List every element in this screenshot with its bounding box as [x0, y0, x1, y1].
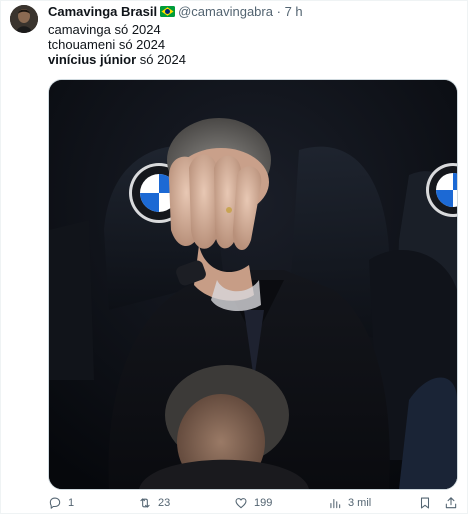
- bookmark-icon: [420, 497, 430, 509]
- brazil-flag-icon: [160, 5, 176, 17]
- photo-illustration: [49, 80, 457, 489]
- repost-icon: [140, 498, 150, 508]
- author-handle[interactable]: @camavingabra: [178, 4, 273, 19]
- like-count: 199: [254, 497, 273, 509]
- heart-icon: [235, 498, 247, 509]
- avatar[interactable]: [10, 5, 38, 33]
- views-count: 3 mil: [348, 497, 372, 509]
- reply-count: 1: [68, 497, 75, 509]
- author-name[interactable]: Camavinga Brasil: [48, 4, 157, 19]
- tweet-header: Camavinga Brasil @camavingabra · 7 h: [48, 4, 303, 20]
- reply-button[interactable]: 1: [48, 494, 74, 512]
- share-icon: [445, 497, 457, 509]
- like-button[interactable]: 199: [234, 494, 272, 512]
- text-line: vinícius júnior só 2024: [48, 52, 186, 67]
- bookmark-button[interactable]: [418, 494, 432, 512]
- analytics-icon: [330, 498, 341, 509]
- text-lead: camavinga: [48, 22, 111, 37]
- text-rest: só 2024: [110, 22, 161, 37]
- text-line: camavinga só 2024: [48, 22, 186, 37]
- text-rest: só 2024: [115, 37, 166, 52]
- text-lead: tchouameni: [48, 37, 116, 52]
- tweet-actions: 1 23 199 3 mil: [48, 494, 460, 512]
- reply-icon: [49, 497, 61, 509]
- separator-dot: ·: [276, 4, 281, 19]
- views-button[interactable]: 3 mil: [328, 494, 371, 512]
- tweet-text: camavinga só 2024 tchouameni só 2024 vin…: [48, 22, 186, 67]
- text-line: tchouameni só 2024: [48, 37, 186, 52]
- repost-count: 23: [158, 497, 171, 509]
- text-lead: vinícius júnior: [48, 52, 137, 67]
- text-rest: só 2024: [136, 52, 186, 67]
- share-button[interactable]: [444, 494, 458, 512]
- repost-button[interactable]: 23: [138, 494, 170, 512]
- tweet-photo[interactable]: [48, 79, 458, 490]
- post-time[interactable]: 7 h: [285, 4, 303, 19]
